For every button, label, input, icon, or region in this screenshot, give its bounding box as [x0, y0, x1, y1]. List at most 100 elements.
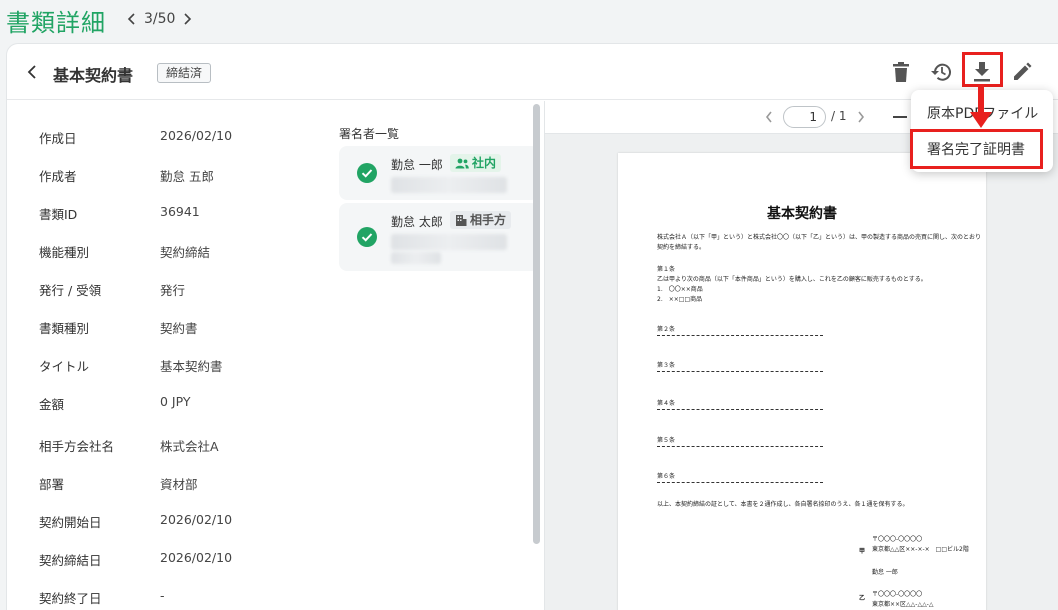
- paper-blank-line: [657, 335, 823, 336]
- page-title: 書類詳細: [6, 9, 106, 37]
- paper-blank-line: [657, 409, 823, 410]
- check-circle-icon: [357, 227, 377, 247]
- signer-tag-external: 相手方: [450, 211, 512, 229]
- detail-value: 契約締結: [160, 245, 211, 260]
- trash-icon: [893, 62, 909, 82]
- detail-value: 2026/02/10: [160, 550, 233, 565]
- detail-label: 作成日: [39, 131, 77, 146]
- paper-article: 第６条: [657, 473, 676, 480]
- detail-label: 作成者: [39, 169, 77, 184]
- detail-value: 勤怠 五郎: [160, 169, 214, 184]
- signer-tag-label: 相手方: [470, 213, 507, 227]
- chevron-right-icon: [184, 13, 192, 25]
- next-document-button[interactable]: [177, 9, 197, 29]
- pager: 3/50: [122, 9, 197, 29]
- paper-text: 契約を締結する。: [657, 244, 706, 251]
- party-a-name: 勤怠 一郎: [872, 569, 898, 576]
- zoom-out-icon[interactable]: [893, 116, 907, 118]
- card-header: 基本契約書 締結済: [7, 44, 1058, 100]
- delete-button[interactable]: [887, 58, 915, 86]
- signers-title: 署名者一覧: [339, 127, 400, 141]
- party-b-label: 乙: [859, 595, 866, 602]
- paper-article: 第４条: [657, 400, 676, 407]
- signer-tag-internal: 社内: [450, 154, 502, 172]
- detail-label: 書類ID: [39, 207, 78, 222]
- detail-value: 36941: [160, 204, 200, 219]
- top-bar: 書類詳細 3/50: [0, 0, 1058, 40]
- paper-text: 以上、本契約締結の証として、本書を２通作成し、各自署名捺印のうえ、各１通を保有す…: [657, 501, 909, 508]
- paper-blank-line: [657, 482, 823, 483]
- chevron-right-icon: [858, 111, 865, 123]
- next-page-button[interactable]: [851, 107, 871, 127]
- building-icon: [456, 214, 467, 226]
- page-number-input[interactable]: [783, 106, 826, 128]
- detail-value: 契約書: [160, 321, 198, 336]
- pager-count: 3/50: [144, 11, 176, 27]
- detail-value: 2026/02/10: [160, 128, 233, 143]
- certificate-annotation-box: [910, 129, 1043, 169]
- chevron-left-icon: [127, 13, 135, 25]
- party-a-address: 東京都△△区××-×-× □□ビル2階: [872, 546, 969, 553]
- detail-value: 2026/02/10: [160, 512, 233, 527]
- detail-label: 相手方会社名: [39, 439, 115, 454]
- paper-blank-line: [657, 371, 823, 372]
- paper-article: 第２条: [657, 326, 676, 333]
- party-a-zip: 〒〇〇〇-〇〇〇〇: [872, 536, 923, 543]
- signers-panel: 署名者一覧 勤怠 一郎 社内 勤怠 太郎 相手方: [339, 101, 539, 610]
- paper-text: 2. ××□□商品: [657, 296, 703, 303]
- document-title: 基本契約書: [53, 66, 134, 85]
- history-icon: [931, 63, 951, 81]
- status-badge: 締結済: [157, 63, 212, 83]
- prev-document-button[interactable]: [122, 9, 142, 29]
- detail-label: 部署: [39, 477, 65, 492]
- paper-text: 株式会社Ａ（以下「甲」という）と株式会社〇〇（以下「乙」という）は、甲の製造する…: [657, 234, 982, 241]
- signer-tag-label: 社内: [472, 156, 497, 170]
- paper-title: 基本契約書: [767, 206, 837, 222]
- check-circle-icon: [357, 163, 377, 183]
- paper-article: 第１条: [657, 266, 676, 273]
- signer-email-redacted: [391, 252, 441, 264]
- download-annotation-box: [962, 52, 1003, 87]
- prev-page-button[interactable]: [759, 107, 779, 127]
- detail-value: 株式会社A: [160, 439, 219, 454]
- edit-button[interactable]: [1008, 58, 1036, 86]
- signer-email-redacted: [391, 234, 507, 250]
- page-total: / 1: [831, 109, 847, 123]
- details-scrollbar[interactable]: [533, 104, 540, 544]
- party-b-address: 東京都××区△△-△△-△: [872, 601, 934, 608]
- signer-name: 勤怠 太郎: [391, 215, 443, 229]
- paper-text: 1. 〇〇××商品: [657, 286, 703, 293]
- chevron-left-icon: [765, 111, 772, 123]
- detail-label: 書類種別: [39, 321, 90, 336]
- detail-value: -: [160, 588, 165, 603]
- paper-article: 第５条: [657, 437, 676, 444]
- paper-article: 第３条: [657, 362, 676, 369]
- party-a-label: 甲: [859, 548, 866, 555]
- document-page: 基本契約書 株式会社Ａ（以下「甲」という）と株式会社〇〇（以下「乙」という）は、…: [618, 153, 986, 610]
- detail-value: 0 JPY: [160, 394, 191, 409]
- party-b-zip: 〒〇〇〇-〇〇〇〇: [872, 591, 923, 598]
- history-button[interactable]: [927, 58, 955, 86]
- paper-text: 乙は甲より次の商品（以下「本件商品」という）を購入し、これを乙の顧客に販売するも…: [657, 276, 927, 283]
- document-card: 基本契約書 締結済 作成日 2026/02/10 作成者 勤怠 五郎 書類ID 369…: [6, 43, 1058, 610]
- pencil-icon: [1014, 62, 1032, 80]
- people-icon: [455, 158, 469, 168]
- detail-label: 契約開始日: [39, 515, 102, 530]
- detail-label: 機能種別: [39, 245, 90, 260]
- paper-blank-line: [657, 446, 823, 447]
- detail-label: 発行 / 受領: [39, 283, 102, 298]
- annotation-arrow-icon: [970, 112, 992, 128]
- detail-label: タイトル: [39, 359, 90, 374]
- detail-label: 契約終了日: [39, 591, 102, 606]
- details-list: 作成日 2026/02/10 作成者 勤怠 五郎 書類ID 36941 機能種別 契約締…: [7, 101, 327, 610]
- signer-card: 勤怠 太郎 相手方: [339, 203, 539, 271]
- signer-card: 勤怠 一郎 社内: [339, 146, 539, 200]
- detail-value: 資材部: [160, 477, 198, 492]
- pdf-preview: / 1 基本契約書 株式会社Ａ（以下「甲」という）と株式会社〇〇（以下「乙」とい…: [545, 101, 1058, 610]
- detail-value: 発行: [160, 283, 186, 298]
- annotation-arrow-shaft: [978, 84, 984, 114]
- back-button[interactable]: [21, 61, 43, 83]
- detail-value: 基本契約書: [160, 359, 223, 374]
- signer-email-redacted: [391, 177, 507, 193]
- chevron-left-icon: [27, 65, 36, 79]
